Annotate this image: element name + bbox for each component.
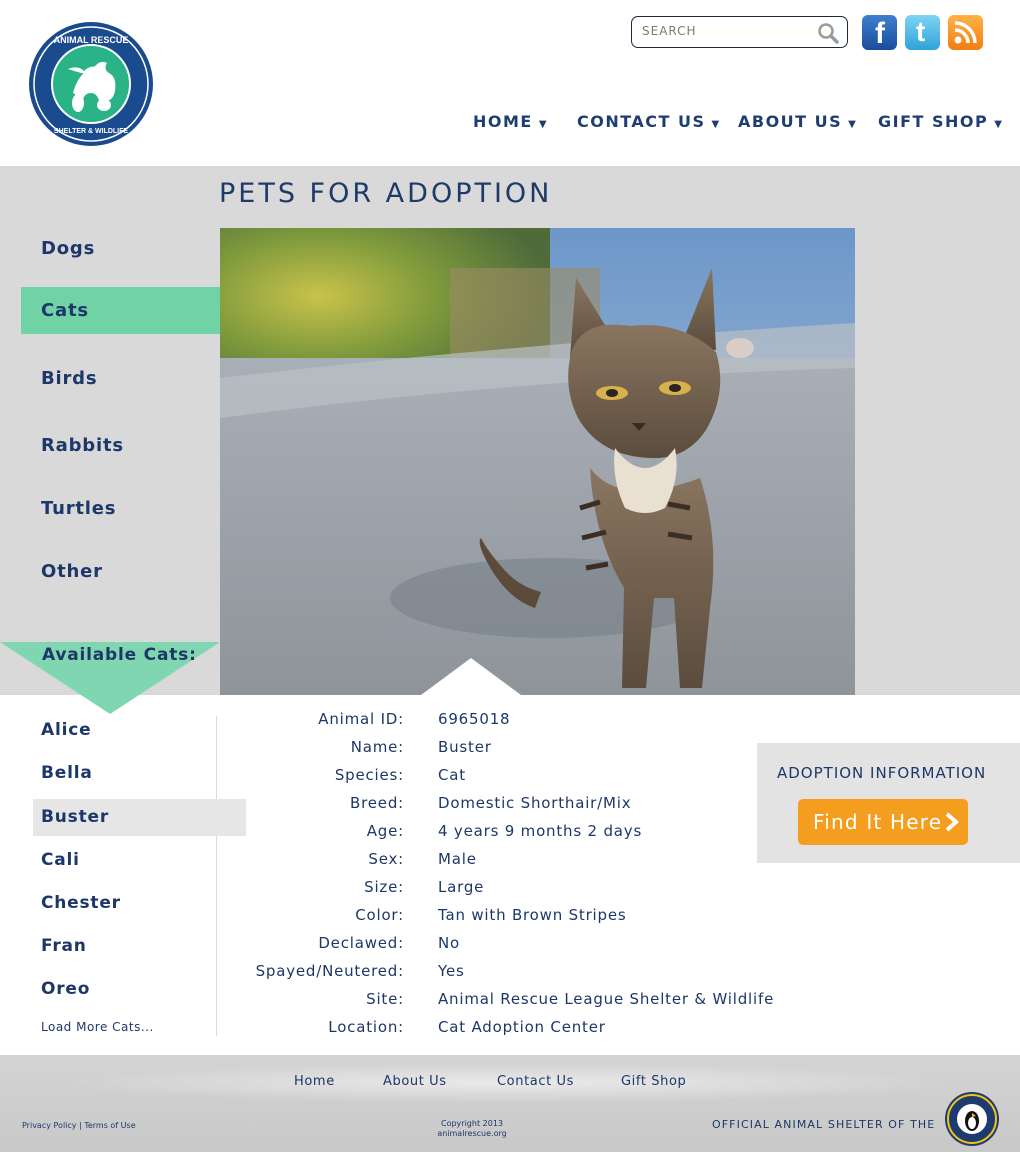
detail-label: Color: [355,906,404,924]
detail-value: Yes [438,962,465,980]
detail-label: Site: [366,990,404,1008]
detail-value: No [438,934,460,952]
official-shelter-text: OFFICIAL ANIMAL SHELTER OF THE [712,1118,936,1131]
legal-separator: | [79,1121,82,1130]
adoption-info-title: ADOPTION INFORMATION [777,764,987,782]
detail-label: Location: [328,1018,404,1036]
penguins-logo-icon[interactable] [944,1091,1000,1147]
copyright-site: animalrescue.org [437,1129,507,1138]
twitter-glyph: t [916,16,926,47]
facebook-icon[interactable]: f [862,15,897,50]
nav-about-label: ABOUT US [738,112,843,131]
caret-down-icon: ▼ [994,119,1004,130]
detail-value: Animal Rescue League Shelter & Wildlife [438,990,775,1008]
facebook-glyph: f [875,17,885,50]
legal-links: Privacy Policy | Terms of Use [22,1121,136,1130]
detail-label: Age: [366,822,404,840]
svg-text:ANIMAL RESCUE: ANIMAL RESCUE [54,35,129,45]
caret-down-icon: ▼ [711,119,721,130]
search-box[interactable] [631,16,848,48]
category-birds[interactable]: Birds [21,355,246,402]
page-title: PETS FOR ADOPTION [219,178,553,209]
detail-label: Declawed: [318,934,404,952]
footer-link-contact-us[interactable]: Contact Us [497,1074,574,1089]
site-footer: Home About Us Contact Us Gift Shop Priva… [0,1055,1020,1152]
category-dogs[interactable]: Dogs [21,225,246,272]
logo-icon[interactable]: ANIMAL RESCUE SHELTER & WILDLIFE [28,21,154,147]
terms-of-use-link[interactable]: Terms of Use [84,1121,135,1130]
load-more-link[interactable]: Load More Cats... [41,1020,154,1034]
pet-photo [220,228,855,695]
site-header: ANIMAL RESCUE SHELTER & WILDLIFE f t HOM… [0,0,1020,166]
detail-value: Large [438,878,485,896]
category-other[interactable]: Other [21,548,246,595]
chevron-right-icon [945,812,960,832]
rss-icon[interactable] [948,15,983,50]
detail-label: Animal ID: [318,710,404,728]
photo-notch [421,658,521,695]
detail-value: 6965018 [438,710,511,728]
detail-value: Buster [438,738,492,756]
nav-about-us[interactable]: ABOUT US ▼ [738,112,857,131]
category-rabbits[interactable]: Rabbits [21,422,246,469]
footer-link-about-us[interactable]: About Us [383,1074,447,1089]
find-it-here-button[interactable]: Find It Here [798,799,968,845]
detail-value: Domestic Shorthair/Mix [438,794,632,812]
svg-text:SHELTER & WILDLIFE: SHELTER & WILDLIFE [54,128,128,135]
caret-down-icon: ▼ [848,119,858,130]
copyright: Copyright 2013 animalrescue.org [420,1119,524,1139]
privacy-policy-link[interactable]: Privacy Policy [22,1121,77,1130]
detail-label: Spayed/Neutered: [255,962,404,980]
category-turtles[interactable]: Turtles [21,485,246,532]
detail-value: 4 years 9 months 2 days [438,822,643,840]
nav-gift-shop[interactable]: GIFT SHOP ▼ [878,112,1003,131]
nav-gift-label: GIFT SHOP [878,112,989,131]
nav-contact-label: CONTACT US [577,112,706,131]
detail-label: Sex: [368,850,404,868]
search-icon[interactable] [817,22,839,44]
caret-down-icon: ▼ [538,119,549,130]
detail-label: Size: [364,878,404,896]
detail-label: Species: [334,766,404,784]
available-cats-label: Available Cats: [42,645,197,665]
copyright-line: Copyright 2013 [441,1119,503,1128]
detail-value: Cat Adoption Center [438,1018,606,1036]
nav-home[interactable]: HOME ▼ [473,112,548,131]
detail-label: Name: [350,738,404,756]
nav-contact-us[interactable]: CONTACT US ▼ [577,112,721,131]
search-input[interactable] [642,24,812,38]
detail-label: Breed: [350,794,404,812]
twitter-icon[interactable]: t [905,15,940,50]
adoption-info-box: ADOPTION INFORMATION Find It Here [757,743,1020,863]
footer-link-home[interactable]: Home [294,1074,335,1089]
nav-home-label: HOME [473,112,533,131]
find-it-here-label: Find It Here [813,810,943,834]
footer-link-gift-shop[interactable]: Gift Shop [621,1074,686,1089]
rss-glyph [954,21,977,44]
detail-value: Male [438,850,477,868]
detail-value: Cat [438,766,466,784]
detail-value: Tan with Brown Stripes [438,906,627,924]
category-cats[interactable]: Cats [21,287,246,334]
